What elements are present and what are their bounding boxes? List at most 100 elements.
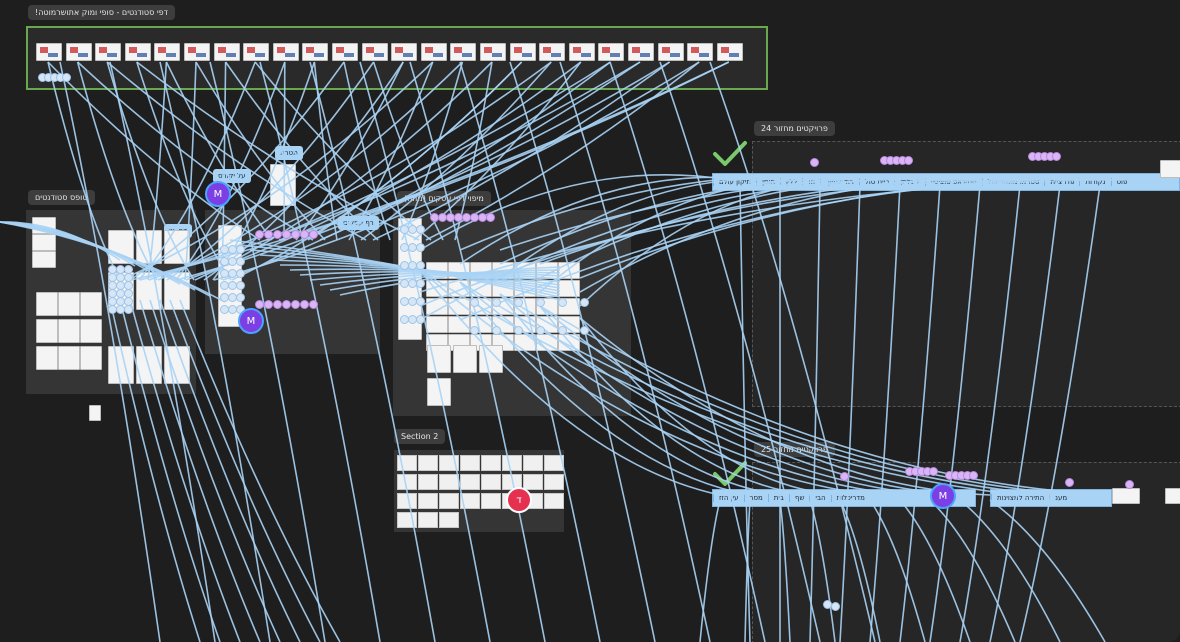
connector-node[interactable] xyxy=(273,300,282,309)
page-thumbnail[interactable] xyxy=(492,280,514,297)
section2-thumbnail[interactable] xyxy=(439,474,459,490)
page-thumbnail[interactable] xyxy=(1112,488,1140,504)
section2-thumbnail[interactable] xyxy=(439,493,459,509)
page-thumbnail[interactable] xyxy=(108,230,134,264)
project-tab[interactable]: ל גליק xyxy=(894,178,925,186)
connector-node[interactable] xyxy=(291,300,300,309)
connector-line[interactable] xyxy=(699,499,721,642)
page-thumbnail[interactable] xyxy=(136,230,162,264)
page-thumbnail[interactable] xyxy=(558,262,580,279)
connector-node[interactable] xyxy=(470,298,479,307)
student-page-thumbnail[interactable] xyxy=(687,43,714,61)
project-tab[interactable]: מדריכלות xyxy=(830,494,870,502)
connector-node[interactable] xyxy=(492,298,501,307)
project-tab[interactable]: פדרציית xyxy=(1044,178,1079,186)
project-tab[interactable]: ריית סול xyxy=(858,178,894,186)
connector-node[interactable] xyxy=(558,298,567,307)
section2-thumbnail[interactable] xyxy=(523,474,543,490)
section2-thumbnail[interactable] xyxy=(397,455,417,471)
section2-thumbnail[interactable] xyxy=(544,493,564,509)
project-tab[interactable]: נקודות xyxy=(1079,178,1110,186)
connector-node[interactable] xyxy=(62,73,71,82)
page-thumbnail[interactable] xyxy=(426,298,448,315)
student-page-thumbnail[interactable] xyxy=(657,43,684,61)
section2-thumbnail[interactable] xyxy=(481,474,501,490)
page-thumbnail[interactable] xyxy=(80,292,102,316)
section2-thumbnail[interactable] xyxy=(502,455,522,471)
page-thumbnail[interactable] xyxy=(558,280,580,297)
connector-node[interactable] xyxy=(492,326,501,335)
section2-thumbnail[interactable] xyxy=(523,455,543,471)
page-thumbnail[interactable] xyxy=(36,319,58,343)
student-page-thumbnail[interactable] xyxy=(450,43,477,61)
page-thumbnail[interactable] xyxy=(1165,488,1180,504)
page-thumbnail[interactable] xyxy=(89,405,101,421)
page-thumbnail[interactable] xyxy=(426,262,448,279)
page-thumbnail[interactable] xyxy=(492,262,514,279)
page-thumbnail[interactable] xyxy=(514,262,536,279)
page-thumbnail[interactable] xyxy=(58,319,80,343)
connector-node[interactable] xyxy=(416,243,425,252)
student-page-thumbnail[interactable] xyxy=(332,43,358,61)
page-thumbnail[interactable] xyxy=(470,280,492,297)
section2-thumbnail[interactable] xyxy=(397,512,417,528)
connector-node[interactable] xyxy=(558,326,567,335)
student-page-thumbnail[interactable] xyxy=(716,43,743,61)
student-page-thumbnail[interactable] xyxy=(568,43,595,61)
section-label-proj24[interactable]: פרויקטים מחזור 24 xyxy=(754,121,835,136)
student-page-thumbnail[interactable] xyxy=(272,43,299,61)
connector-node[interactable] xyxy=(536,326,545,335)
page-thumbnail[interactable] xyxy=(448,262,470,279)
connector-node[interactable] xyxy=(236,281,245,290)
connector-node[interactable] xyxy=(291,230,300,239)
connector-node[interactable] xyxy=(929,467,938,476)
connector-node[interactable] xyxy=(969,471,978,480)
connector-node[interactable] xyxy=(486,213,495,222)
project-tab[interactable]: ללין xyxy=(780,178,802,186)
user-avatar-cursor[interactable]: M xyxy=(205,181,231,207)
project-tab[interactable]: רוד לחיוך xyxy=(820,178,859,186)
section2-thumbnail[interactable] xyxy=(418,512,438,528)
page-thumbnail[interactable] xyxy=(136,272,162,310)
project-tab[interactable]: עין הזז xyxy=(713,494,744,502)
section2-thumbnail[interactable] xyxy=(397,493,417,509)
page-thumbnail[interactable] xyxy=(536,334,558,351)
page-thumbnail[interactable] xyxy=(136,346,162,384)
student-page-thumbnail[interactable] xyxy=(95,43,122,61)
connector-node[interactable] xyxy=(810,158,819,167)
section-label-center[interactable]: מיפוי דפי עסקים (מוזה) xyxy=(397,191,491,206)
project-tab[interactable]: תיקון עולם xyxy=(713,178,756,186)
page-thumbnail[interactable] xyxy=(448,298,470,315)
page-thumbnail[interactable] xyxy=(32,251,56,268)
project-tab[interactable]: בית xyxy=(767,494,789,502)
page-thumbnail[interactable] xyxy=(558,334,580,351)
page-thumbnail[interactable] xyxy=(58,292,80,316)
project-tab[interactable]: פוס xyxy=(1110,178,1133,186)
student-page-thumbnail[interactable] xyxy=(36,43,62,61)
connector-node[interactable] xyxy=(309,230,318,239)
student-page-thumbnail[interactable] xyxy=(598,43,625,61)
page-thumbnail[interactable] xyxy=(32,234,56,251)
page-thumbnail[interactable] xyxy=(426,280,448,297)
connector-line[interactable] xyxy=(739,184,751,642)
page-thumbnail[interactable] xyxy=(514,334,536,351)
student-page-thumbnail[interactable] xyxy=(302,43,329,61)
page-thumbnail[interactable] xyxy=(80,346,102,370)
project-tab[interactable]: סטראו מונטריאול xyxy=(981,178,1045,186)
page-thumbnail[interactable] xyxy=(514,280,536,297)
connector-node[interactable] xyxy=(124,305,133,314)
section2-thumbnail[interactable] xyxy=(418,455,438,471)
section2-thumbnail[interactable] xyxy=(460,493,480,509)
page-thumbnail[interactable] xyxy=(164,230,190,264)
section-label-proj25[interactable]: פרויקטים מחזור 25 xyxy=(754,442,835,457)
plate-mid-d[interactable]: רף עסקים xyxy=(338,216,379,230)
section2-thumbnail[interactable] xyxy=(439,455,459,471)
section2-thumbnail[interactable] xyxy=(418,474,438,490)
student-page-thumbnail[interactable] xyxy=(480,43,506,61)
connector-node[interactable] xyxy=(282,300,291,309)
section2-thumbnail[interactable] xyxy=(544,455,564,471)
student-page-thumbnail[interactable] xyxy=(213,43,240,61)
student-page-thumbnail[interactable] xyxy=(420,43,447,61)
student-page-thumbnail[interactable] xyxy=(65,43,92,61)
page-thumbnail[interactable] xyxy=(479,345,503,373)
